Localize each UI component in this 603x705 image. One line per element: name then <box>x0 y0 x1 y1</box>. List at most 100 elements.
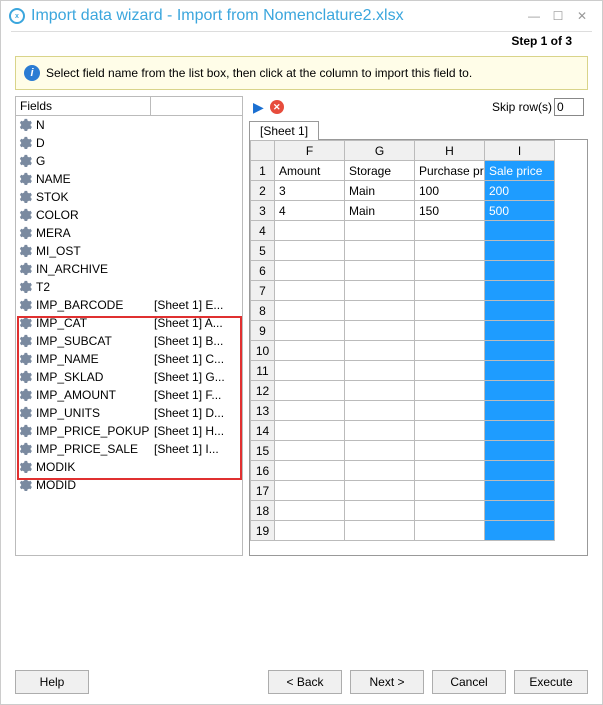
row-header[interactable]: 14 <box>251 421 275 441</box>
field-row[interactable]: IN_ARCHIVE <box>16 260 242 278</box>
grid-cell[interactable] <box>485 521 555 541</box>
grid-cell[interactable] <box>485 281 555 301</box>
field-row[interactable]: IMP_PRICE_POKUP[Sheet 1] H... <box>16 422 242 440</box>
column-header[interactable]: F <box>275 141 345 161</box>
grid-cell[interactable] <box>345 421 415 441</box>
column-header[interactable]: H <box>415 141 485 161</box>
row-header[interactable]: 17 <box>251 481 275 501</box>
grid-cell[interactable]: 3 <box>275 181 345 201</box>
grid-cell[interactable] <box>485 261 555 281</box>
grid-cell[interactable] <box>485 481 555 501</box>
grid-cell[interactable] <box>275 341 345 361</box>
grid-cell[interactable] <box>485 441 555 461</box>
grid-cell[interactable] <box>275 501 345 521</box>
row-header[interactable]: 16 <box>251 461 275 481</box>
row-header[interactable]: 1 <box>251 161 275 181</box>
skip-rows-input[interactable] <box>554 98 584 116</box>
cancel-button[interactable]: Cancel <box>432 670 506 694</box>
grid-cell[interactable]: Storage <box>345 161 415 181</box>
row-header[interactable]: 15 <box>251 441 275 461</box>
grid-cell[interactable] <box>485 321 555 341</box>
grid-cell[interactable] <box>415 341 485 361</box>
field-row[interactable]: NAME <box>16 170 242 188</box>
grid-cell[interactable] <box>415 301 485 321</box>
field-row[interactable]: N <box>16 116 242 134</box>
grid-cell[interactable] <box>345 241 415 261</box>
grid-cell[interactable] <box>415 501 485 521</box>
next-button[interactable]: Next > <box>350 670 424 694</box>
close-button[interactable]: ✕ <box>570 4 594 28</box>
grid-cell[interactable] <box>485 421 555 441</box>
grid-cell[interactable] <box>485 501 555 521</box>
field-row[interactable]: G <box>16 152 242 170</box>
grid-cell[interactable] <box>345 441 415 461</box>
fields-list[interactable]: NDGNAMESTOKCOLORMERAMI_OSTIN_ARCHIVET2IM… <box>16 116 242 555</box>
stop-icon[interactable]: ✕ <box>270 100 284 114</box>
grid-cell[interactable] <box>415 421 485 441</box>
grid-cell[interactable] <box>275 441 345 461</box>
row-header[interactable]: 12 <box>251 381 275 401</box>
grid-cell[interactable] <box>415 461 485 481</box>
help-button[interactable]: Help <box>15 670 89 694</box>
grid-cell[interactable] <box>275 321 345 341</box>
row-header[interactable]: 18 <box>251 501 275 521</box>
field-row[interactable]: STOK <box>16 188 242 206</box>
grid-cell[interactable] <box>485 401 555 421</box>
field-row[interactable]: IMP_SKLAD[Sheet 1] G... <box>16 368 242 386</box>
grid-cell[interactable] <box>275 281 345 301</box>
grid-cell[interactable] <box>345 341 415 361</box>
column-header[interactable]: G <box>345 141 415 161</box>
field-row[interactable]: MODIK <box>16 458 242 476</box>
fields-header-mapping[interactable] <box>151 97 242 115</box>
grid-cell[interactable]: Main <box>345 181 415 201</box>
grid-cell[interactable]: Amount <box>275 161 345 181</box>
field-row[interactable]: IMP_AMOUNT[Sheet 1] F... <box>16 386 242 404</box>
spreadsheet-grid[interactable]: FGHI1AmountStoragePurchase priceSale pri… <box>250 140 555 541</box>
column-header[interactable]: I <box>485 141 555 161</box>
grid-cell[interactable] <box>275 261 345 281</box>
row-header[interactable]: 11 <box>251 361 275 381</box>
grid-cell[interactable]: 150 <box>415 201 485 221</box>
grid-cell[interactable] <box>485 221 555 241</box>
field-row[interactable]: IMP_UNITS[Sheet 1] D... <box>16 404 242 422</box>
grid-cell[interactable] <box>345 381 415 401</box>
field-row[interactable]: IMP_CAT[Sheet 1] A... <box>16 314 242 332</box>
grid-cell[interactable] <box>345 361 415 381</box>
field-row[interactable]: IMP_NAME[Sheet 1] C... <box>16 350 242 368</box>
grid-cell[interactable] <box>275 461 345 481</box>
row-header[interactable]: 7 <box>251 281 275 301</box>
row-header[interactable]: 4 <box>251 221 275 241</box>
row-header[interactable]: 9 <box>251 321 275 341</box>
row-header[interactable]: 6 <box>251 261 275 281</box>
grid-cell[interactable]: 4 <box>275 201 345 221</box>
grid-cell[interactable]: Purchase price <box>415 161 485 181</box>
grid-cell[interactable] <box>415 221 485 241</box>
row-header[interactable]: 19 <box>251 521 275 541</box>
corner-cell[interactable] <box>251 141 275 161</box>
minimize-button[interactable]: — <box>522 4 546 28</box>
grid-cell[interactable] <box>485 461 555 481</box>
row-header[interactable]: 8 <box>251 301 275 321</box>
field-row[interactable]: MERA <box>16 224 242 242</box>
sheet-tab[interactable]: [Sheet 1] <box>249 121 319 140</box>
grid-cell[interactable] <box>345 261 415 281</box>
grid-cell[interactable] <box>345 501 415 521</box>
back-button[interactable]: < Back <box>268 670 342 694</box>
grid-cell[interactable] <box>415 401 485 421</box>
grid-cell[interactable] <box>345 461 415 481</box>
field-row[interactable]: IMP_PRICE_SALE[Sheet 1] I... <box>16 440 242 458</box>
grid-cell[interactable] <box>485 241 555 261</box>
row-header[interactable]: 13 <box>251 401 275 421</box>
grid-cell[interactable] <box>345 281 415 301</box>
grid-cell[interactable] <box>275 241 345 261</box>
grid-cell[interactable] <box>345 321 415 341</box>
grid-cell[interactable] <box>415 521 485 541</box>
play-icon[interactable]: ▶ <box>253 99 264 116</box>
field-row[interactable]: MI_OST <box>16 242 242 260</box>
grid-cell[interactable] <box>345 481 415 501</box>
grid-cell[interactable] <box>275 301 345 321</box>
grid-cell[interactable] <box>485 341 555 361</box>
grid-cell[interactable]: 100 <box>415 181 485 201</box>
fields-header-name[interactable]: Fields <box>16 97 151 115</box>
maximize-button[interactable]: ☐ <box>546 4 570 28</box>
